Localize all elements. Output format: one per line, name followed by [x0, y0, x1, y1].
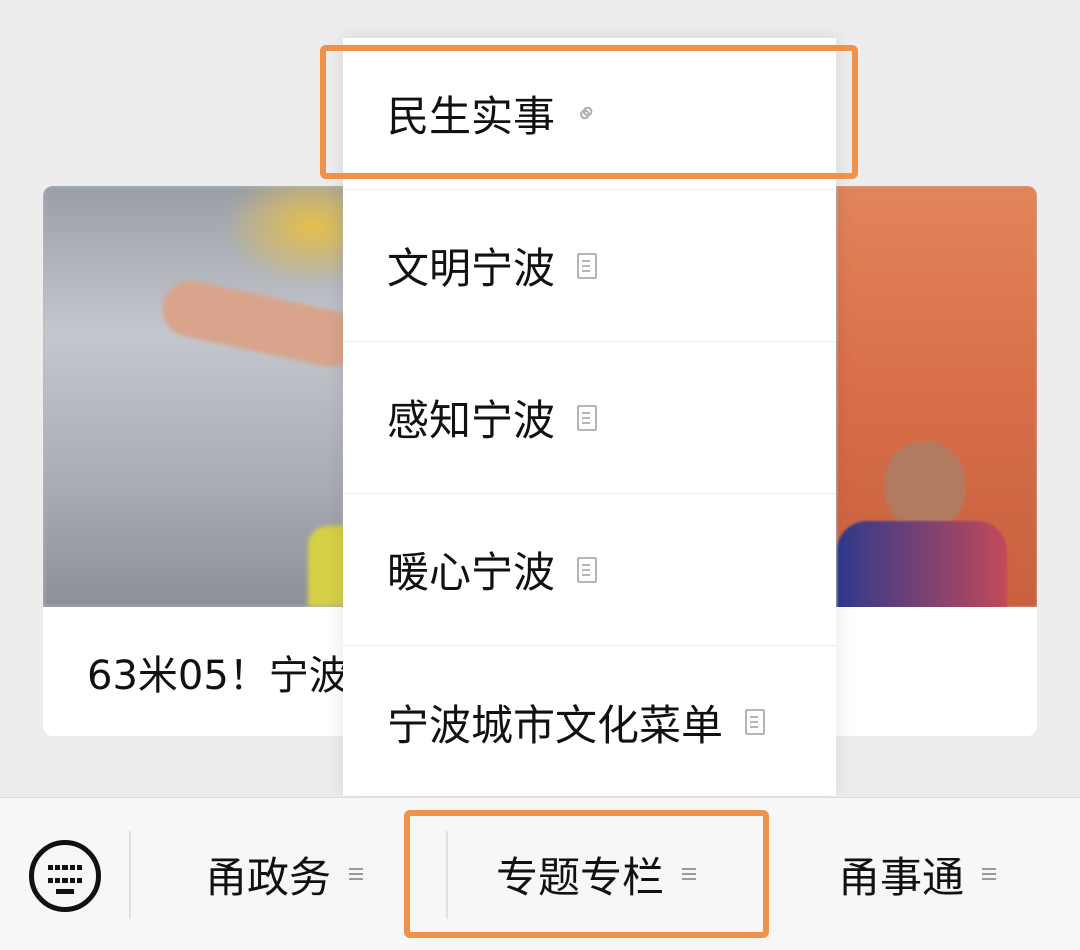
bottom-menu-bar: 甬政务 专题专栏 甬事通 — [0, 797, 1080, 950]
submenu-popup: 民生实事 ⚭ 文明宁波 感知宁波 暖心宁波 宁波城市文化菜单 — [343, 38, 836, 796]
submenu-item-culture-menu[interactable]: 宁波城市文化菜单 — [343, 646, 836, 798]
athlete-photo-left — [43, 186, 368, 607]
menu-lines-icon — [682, 867, 697, 881]
submenu-item-wenming[interactable]: 文明宁波 — [343, 190, 836, 342]
document-icon — [745, 709, 766, 735]
submenu-item-ganzhi[interactable]: 感知宁波 — [343, 342, 836, 494]
menu-button-label: 甬事通 — [838, 852, 965, 902]
submenu-item-label: 文明宁波 — [387, 244, 556, 293]
submenu-item-nuanxin[interactable]: 暖心宁波 — [343, 494, 836, 646]
menu-lines-icon — [982, 867, 997, 881]
submenu-item-label: 民生实事 — [387, 92, 556, 141]
divider — [129, 831, 131, 919]
menu-lines-icon — [349, 867, 364, 881]
submenu-item-label: 宁波城市文化菜单 — [387, 700, 724, 750]
menu-button-label: 专题专栏 — [496, 852, 665, 902]
athlete-photo-right — [837, 186, 1037, 607]
divider — [446, 831, 448, 919]
submenu-item-label: 暖心宁波 — [387, 548, 556, 597]
submenu-item-minsheng[interactable]: 民生实事 ⚭ — [343, 38, 836, 190]
article-title: 63米05！宁波 — [87, 653, 349, 699]
keyboard-icon[interactable] — [29, 840, 101, 912]
menu-button-yongshitong[interactable]: 甬事通 — [838, 838, 997, 910]
submenu-item-label: 感知宁波 — [387, 396, 556, 445]
menu-button-label: 甬政务 — [205, 852, 332, 902]
document-icon — [577, 252, 598, 279]
document-icon — [577, 404, 598, 431]
menu-button-yongzhengwu[interactable]: 甬政务 — [205, 838, 364, 910]
link-icon: ⚭ — [566, 93, 607, 134]
document-icon — [577, 556, 598, 583]
menu-button-zhuanti[interactable]: 专题专栏 — [496, 838, 697, 910]
